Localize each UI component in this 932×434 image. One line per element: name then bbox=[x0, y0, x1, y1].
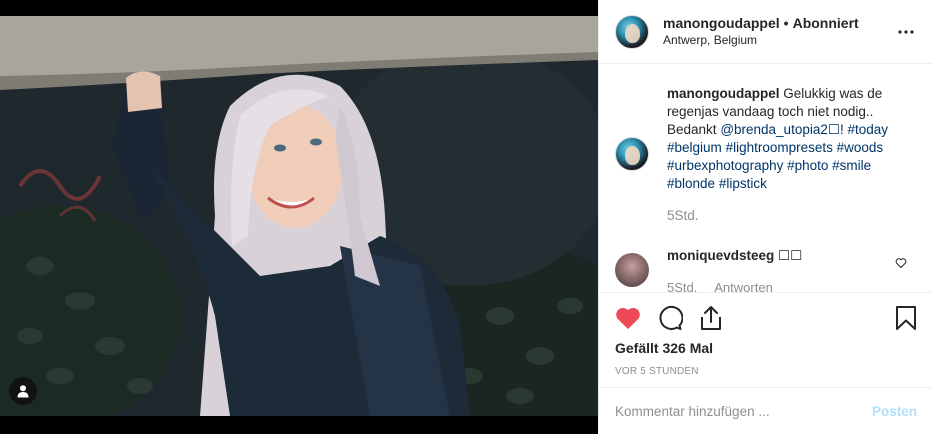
photo-illustration bbox=[0, 16, 598, 416]
hashtag[interactable]: #urbexphotography bbox=[667, 158, 783, 173]
hashtag[interactable]: #lipstick bbox=[719, 176, 767, 191]
comment-body: moniquevdsteeg ☐☐ 5Std. Antworten bbox=[667, 247, 887, 292]
author-avatar[interactable] bbox=[615, 14, 649, 49]
post-caption: manongoudappel Gelukkig was de regenjas … bbox=[615, 85, 917, 225]
follow-status-button[interactable]: Abonniert bbox=[793, 15, 859, 32]
hashtag[interactable]: #belgium bbox=[667, 140, 722, 155]
more-options-icon bbox=[898, 29, 914, 34]
tagged-users-button[interactable] bbox=[9, 377, 37, 405]
comment-button[interactable] bbox=[657, 305, 683, 331]
post-timestamp[interactable]: VOR 5 STUNDEN bbox=[615, 366, 917, 377]
post-side-panel: manongoudappel • Abonniert Antwerp, Belg… bbox=[598, 0, 932, 434]
comment-meta: 5Std. Antworten bbox=[667, 279, 887, 292]
likes-count[interactable]: Gefällt 326 Mal bbox=[615, 340, 917, 356]
share-icon bbox=[701, 306, 721, 330]
post-actions: Gefällt 326 Mal VOR 5 STUNDEN bbox=[599, 292, 932, 377]
caption-exclaim: ! bbox=[839, 122, 844, 137]
caption-author-username[interactable]: manongoudappel bbox=[667, 86, 780, 101]
comment-input[interactable] bbox=[615, 403, 872, 419]
comments-list[interactable]: manongoudappel Gelukkig was de regenjas … bbox=[599, 65, 932, 292]
comment-time: 5Std. bbox=[667, 280, 698, 292]
tagged-user-icon bbox=[17, 385, 29, 398]
share-button[interactable] bbox=[699, 305, 723, 331]
caption-text-block: manongoudappel Gelukkig was de regenjas … bbox=[667, 85, 903, 193]
comment-text: ☐☐ bbox=[778, 248, 803, 263]
save-button[interactable] bbox=[895, 305, 917, 331]
post-location[interactable]: Antwerp, Belgium bbox=[663, 32, 894, 49]
caption-mention[interactable]: @brenda_utopia2☐ bbox=[720, 122, 840, 137]
hashtag[interactable]: #smile bbox=[832, 158, 871, 173]
commenter-avatar[interactable] bbox=[615, 253, 649, 287]
heart-outline-icon bbox=[895, 258, 907, 269]
post-media bbox=[0, 0, 598, 434]
commenter-username[interactable]: moniquevdsteeg bbox=[667, 248, 774, 263]
comment-icon bbox=[659, 306, 683, 330]
hashtag[interactable]: #blonde bbox=[667, 176, 715, 191]
caption-author-avatar[interactable] bbox=[615, 137, 649, 171]
author-info: manongoudappel • Abonniert Antwerp, Belg… bbox=[663, 15, 894, 49]
more-options-button[interactable] bbox=[894, 20, 918, 44]
post-photo[interactable] bbox=[0, 16, 598, 416]
reply-button[interactable]: Antworten bbox=[714, 280, 773, 292]
author-row: manongoudappel • Abonniert bbox=[663, 15, 894, 32]
post-comment-button[interactable]: Posten bbox=[872, 404, 917, 419]
caption-time: 5Std. bbox=[667, 208, 699, 223]
hashtag[interactable]: #lightroompresets bbox=[726, 140, 833, 155]
hashtag[interactable]: #woods bbox=[837, 140, 884, 155]
comment-item: moniquevdsteeg ☐☐ 5Std. Antworten bbox=[615, 247, 917, 292]
action-icons-row bbox=[615, 293, 917, 343]
caption-body: manongoudappel Gelukkig was de regenjas … bbox=[667, 85, 903, 225]
comment-composer: Posten bbox=[599, 387, 932, 434]
post-header: manongoudappel • Abonniert Antwerp, Belg… bbox=[599, 0, 932, 64]
bookmark-icon bbox=[896, 306, 916, 330]
hashtag[interactable]: #photo bbox=[787, 158, 828, 173]
separator-dot: • bbox=[783, 14, 789, 31]
like-comment-button[interactable] bbox=[895, 257, 907, 272]
author-username[interactable]: manongoudappel bbox=[663, 15, 780, 32]
like-button[interactable] bbox=[615, 306, 641, 330]
heart-filled-icon bbox=[616, 307, 640, 329]
hashtag[interactable]: #today bbox=[848, 122, 889, 137]
